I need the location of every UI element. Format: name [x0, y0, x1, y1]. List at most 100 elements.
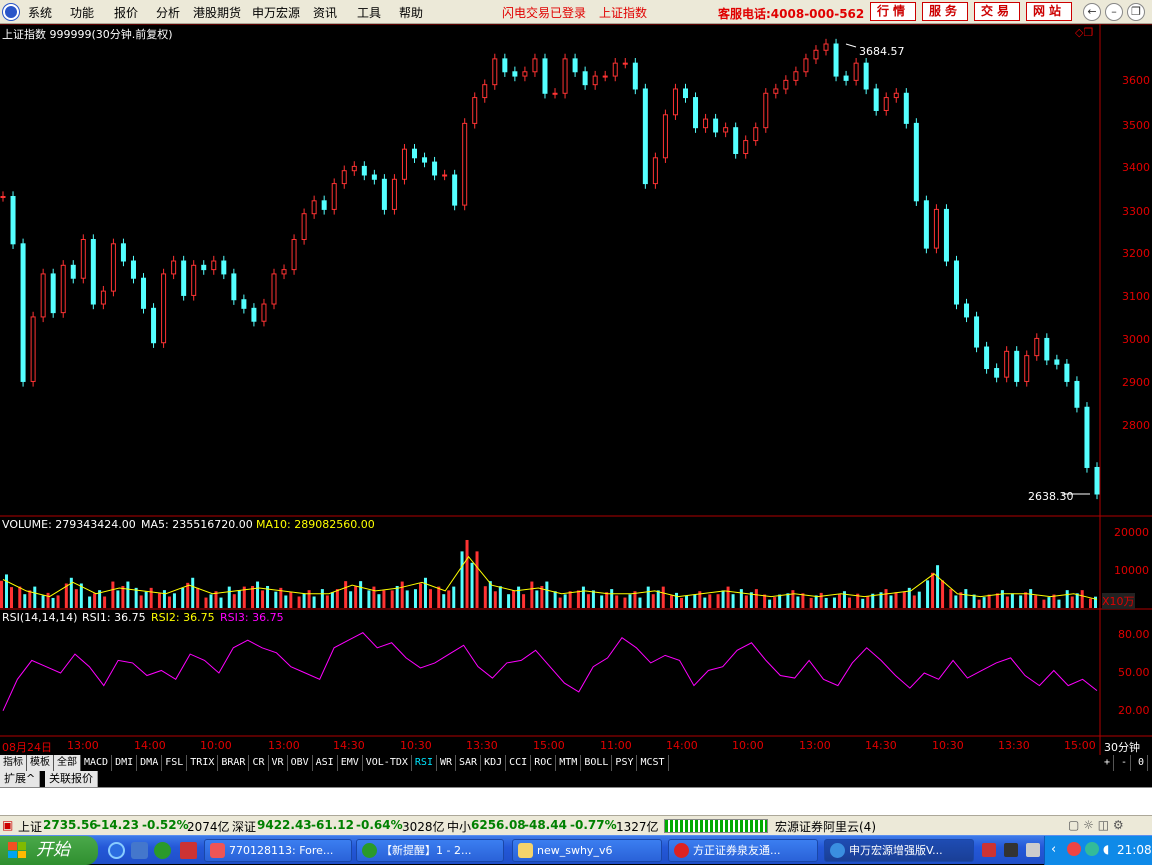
volume-bar — [889, 595, 893, 608]
expand-tab[interactable]: 扩展^ — [0, 771, 41, 787]
tab-boll[interactable]: BOLL — [581, 755, 613, 771]
period-selector[interactable]: 30分钟 — [1104, 739, 1140, 755]
time-tick: 14:30 — [333, 739, 365, 752]
trade-button[interactable]: 交易 — [974, 2, 1020, 21]
candle-body — [171, 260, 177, 275]
volume-bar — [103, 596, 107, 608]
tab-mcst[interactable]: MCST — [637, 755, 669, 771]
taskbar-window-3[interactable]: new_swhy_v6 — [512, 839, 662, 862]
clock[interactable]: 21:08 — [1117, 843, 1152, 857]
tab-fsl[interactable]: FSL — [162, 755, 188, 771]
menu-quote[interactable]: 报价 — [114, 4, 138, 21]
start-button[interactable]: 开始 — [0, 836, 98, 865]
tab-rsi[interactable]: RSI — [411, 755, 437, 771]
chart-app-icon[interactable] — [180, 842, 197, 859]
volume-bar — [134, 587, 138, 608]
tray-expand-icon[interactable]: ‹ — [1051, 842, 1056, 857]
menu-tools[interactable]: 工具 — [357, 4, 381, 21]
tab-trix[interactable]: TRIX — [187, 755, 219, 771]
tab-dmi[interactable]: DMI — [112, 755, 138, 771]
network-icon[interactable] — [1085, 842, 1099, 856]
tab-cr[interactable]: CR — [249, 755, 269, 771]
sh-value: 2735.56 — [43, 818, 98, 832]
tab-obv[interactable]: OBV — [287, 755, 313, 771]
server-name[interactable]: 宏源证券阿里云(4) — [775, 818, 876, 835]
related-quotes-tab[interactable]: 关联报价 — [45, 771, 98, 787]
tab-模板[interactable]: 模板 — [27, 755, 54, 771]
candle-body — [572, 58, 578, 73]
status-icons[interactable]: ▢ ☼ ◫ ⚙ — [1068, 818, 1124, 832]
volume-bar — [367, 590, 371, 608]
ie-icon[interactable] — [108, 842, 125, 859]
menu-help[interactable]: 帮助 — [399, 4, 423, 21]
tab-mtm[interactable]: MTM — [556, 755, 582, 771]
taskbar-window-1[interactable]: 770128113: Fore... — [204, 839, 352, 862]
shield-icon[interactable] — [1067, 842, 1081, 856]
candle-body — [843, 75, 849, 81]
menu-analysis[interactable]: 分析 — [156, 4, 180, 21]
volume-bar — [413, 589, 417, 608]
menu-hk-futures[interactable]: 港股期货 — [193, 4, 241, 21]
menu-swhy[interactable]: 申万宏源 — [252, 4, 300, 21]
chart-canvas[interactable] — [0, 24, 1152, 755]
tab-指标[interactable]: 指标 — [0, 755, 27, 771]
minimize-button[interactable]: – — [1105, 3, 1123, 21]
taskbar-window-4[interactable]: 方正证券泉友通... — [668, 839, 818, 862]
candle-body — [331, 183, 337, 210]
service-button[interactable]: 服务 — [922, 2, 968, 21]
volume-bar — [917, 591, 921, 608]
windows-taskbar: 开始 770128113: Fore... 【新提醒】1 - 2... new_… — [0, 835, 1152, 865]
website-button[interactable]: 网站 — [1026, 2, 1072, 21]
tab-sar[interactable]: SAR — [456, 755, 482, 771]
tab-dma[interactable]: DMA — [137, 755, 163, 771]
tab-brar[interactable]: BRAR — [218, 755, 250, 771]
media-icon[interactable] — [131, 842, 148, 859]
tab-vol-tdx[interactable]: VOL-TDX — [362, 755, 412, 771]
tab-cci[interactable]: CCI — [506, 755, 532, 771]
tab-macd[interactable]: MACD — [81, 755, 113, 771]
volume-bar — [716, 594, 720, 608]
tab-vr[interactable]: VR — [268, 755, 288, 771]
chart-area[interactable]: 上证指数 999999(30分钟.前复权) ◇❐ 3684.57 2638.30… — [0, 24, 1152, 755]
back-icon[interactable]: ← — [1083, 3, 1101, 21]
tab-roc[interactable]: ROC — [531, 755, 557, 771]
tray-icon[interactable] — [1026, 843, 1040, 857]
tab-wr[interactable]: WR — [436, 755, 457, 771]
volume-bar — [493, 591, 497, 608]
taskbar-window-5[interactable]: 申万宏源增强版V... — [824, 839, 974, 862]
tab-control[interactable]: - — [1118, 755, 1132, 771]
expand-icon[interactable]: ◇❐ — [1075, 26, 1093, 39]
volume-bar — [28, 590, 32, 608]
tab-psy[interactable]: PSY — [612, 755, 638, 771]
menu-info[interactable]: 资讯 — [313, 4, 337, 21]
alert-icon[interactable]: ▣ — [2, 818, 13, 832]
volume-bar — [600, 595, 604, 608]
price-tick: 3600 — [1122, 74, 1150, 87]
volume-bar — [23, 594, 27, 608]
volume-bar — [675, 592, 679, 608]
volume-icon[interactable]: ◖ — [1103, 842, 1109, 856]
tab-全部[interactable]: 全部 — [54, 755, 81, 771]
tab-emv[interactable]: EMV — [337, 755, 363, 771]
volume-bar — [1029, 589, 1033, 608]
browser-icon[interactable] — [154, 842, 171, 859]
tray-icon[interactable] — [1004, 843, 1018, 857]
tab-control[interactable]: 0 — [1135, 755, 1149, 771]
tab-control[interactable]: + — [1101, 755, 1115, 771]
candle-body — [853, 62, 859, 81]
sh-label: 上证 — [18, 820, 43, 834]
menu-function[interactable]: 功能 — [70, 4, 94, 21]
volume-bar — [121, 585, 125, 608]
restore-button[interactable]: ❐ — [1127, 3, 1145, 21]
volume-bar — [796, 596, 800, 608]
tab-asi[interactable]: ASI — [312, 755, 338, 771]
tray-icon[interactable] — [982, 843, 996, 857]
taskbar-window-2[interactable]: 【新提醒】1 - 2... — [356, 839, 504, 862]
volume-bar — [591, 590, 595, 608]
volume-bars — [0, 539, 1098, 608]
candle-body — [803, 58, 809, 73]
menu-system[interactable]: 系统 — [28, 4, 52, 21]
volume-bar — [390, 590, 394, 608]
quote-button[interactable]: 行情 — [870, 2, 916, 21]
tab-kdj[interactable]: KDJ — [481, 755, 507, 771]
